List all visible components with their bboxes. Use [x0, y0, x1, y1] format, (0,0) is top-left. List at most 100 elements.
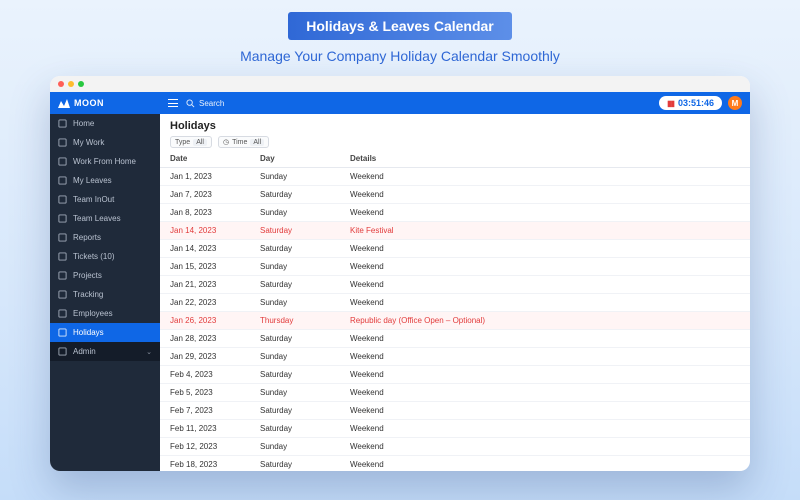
column-header[interactable]: Details: [340, 150, 750, 168]
cell-date: Feb 5, 2023: [160, 384, 250, 402]
holidays-table-scroll[interactable]: DateDayDetails Jan 1, 2023SundayWeekendJ…: [160, 150, 750, 471]
table-row[interactable]: Jan 28, 2023SaturdayWeekend: [160, 330, 750, 348]
table-row[interactable]: Jan 15, 2023SundayWeekend: [160, 258, 750, 276]
cell-details: Weekend: [340, 240, 750, 258]
sidebar-item-projects[interactable]: Projects: [50, 266, 160, 285]
table-row[interactable]: Jan 1, 2023SundayWeekend: [160, 168, 750, 186]
table-row[interactable]: Feb 11, 2023SaturdayWeekend: [160, 420, 750, 438]
sidebar-item-label: Employees: [73, 309, 113, 318]
cell-day: Saturday: [250, 330, 340, 348]
table-row[interactable]: Jan 21, 2023SaturdayWeekend: [160, 276, 750, 294]
table-row[interactable]: Jan 26, 2023ThursdayRepublic day (Office…: [160, 312, 750, 330]
sidebar-item-holidays[interactable]: Holidays: [50, 323, 160, 342]
cell-details: Weekend: [340, 168, 750, 186]
sidebar-item-label: Reports: [73, 233, 101, 242]
table-row[interactable]: Feb 5, 2023SundayWeekend: [160, 384, 750, 402]
cell-day: Saturday: [250, 366, 340, 384]
cell-date: Jan 21, 2023: [160, 276, 250, 294]
cell-date: Feb 4, 2023: [160, 366, 250, 384]
column-header[interactable]: Day: [250, 150, 340, 168]
table-row[interactable]: Jan 29, 2023SundayWeekend: [160, 348, 750, 366]
cell-day: Thursday: [250, 312, 340, 330]
window-zoom-dot[interactable]: [78, 81, 84, 87]
filter-time[interactable]: ◷ Time All: [218, 136, 269, 148]
sidebar-item-team-leaves[interactable]: Team Leaves: [50, 209, 160, 228]
window-titlebar: [50, 76, 750, 92]
sidebar-item-label: Projects: [73, 271, 102, 280]
cell-day: Sunday: [250, 204, 340, 222]
holidays-table: DateDayDetails Jan 1, 2023SundayWeekendJ…: [160, 150, 750, 471]
cell-date: Jan 14, 2023: [160, 240, 250, 258]
sidebar-item-label: Home: [73, 119, 94, 128]
topbar: Search ▮▮ 03:51:46 M: [160, 92, 750, 114]
search-icon: [186, 99, 195, 108]
page-title: Holidays: [170, 120, 740, 132]
sidebar-item-label: Team Leaves: [73, 214, 121, 223]
window-close-dot[interactable]: [58, 81, 64, 87]
sidebar-item-label: Team InOut: [73, 195, 114, 204]
user-avatar[interactable]: M: [728, 96, 742, 110]
folder-icon: [58, 271, 67, 280]
sidebar-item-tickets[interactable]: Tickets (10): [50, 247, 160, 266]
cell-day: Sunday: [250, 258, 340, 276]
window-minimize-dot[interactable]: [68, 81, 74, 87]
sidebar-item-my-leaves[interactable]: My Leaves: [50, 171, 160, 190]
cell-day: Saturday: [250, 222, 340, 240]
cell-details: Weekend: [340, 402, 750, 420]
app-window: MOON Home My WorkWork From Home My Leaves T…: [50, 76, 750, 471]
cell-details: Weekend: [340, 438, 750, 456]
promo-tagline: Manage Your Company Holiday Calendar Smo…: [240, 48, 560, 64]
ticket-icon: [58, 252, 67, 261]
cell-details: Weekend: [340, 186, 750, 204]
table-row[interactable]: Feb 12, 2023SundayWeekend: [160, 438, 750, 456]
cell-details: Weekend: [340, 330, 750, 348]
sidebar-item-my-work[interactable]: My Work: [50, 133, 160, 152]
sidebar-item-tracking[interactable]: Tracking: [50, 285, 160, 304]
sidebar-item-team-inout[interactable]: Team InOut: [50, 190, 160, 209]
timer-pill[interactable]: ▮▮ 03:51:46: [659, 96, 722, 110]
sidebar-nav: Home My WorkWork From Home My Leaves Team I…: [50, 114, 160, 471]
table-row[interactable]: Jan 7, 2023SaturdayWeekend: [160, 186, 750, 204]
table-row[interactable]: Feb 4, 2023SaturdayWeekend: [160, 366, 750, 384]
table-row[interactable]: Jan 8, 2023SundayWeekend: [160, 204, 750, 222]
sidebar-item-employees[interactable]: Employees: [50, 304, 160, 323]
calendar-icon: [58, 176, 67, 185]
pause-icon: ▮▮: [667, 99, 674, 108]
cell-day: Sunday: [250, 294, 340, 312]
moon-logo-icon: [58, 98, 70, 108]
brand-logo[interactable]: MOON: [50, 92, 160, 114]
sidebar-item-home[interactable]: Home: [50, 114, 160, 133]
cell-day: Saturday: [250, 402, 340, 420]
clock-icon: ◷: [223, 138, 229, 146]
flag-icon: [58, 328, 67, 337]
person-icon: [58, 309, 67, 318]
home-icon: [58, 119, 67, 128]
table-row[interactable]: Jan 22, 2023SundayWeekend: [160, 294, 750, 312]
sidebar-item-label: My Leaves: [73, 176, 112, 185]
sidebar-item-admin[interactable]: Admin⌄: [50, 342, 160, 361]
table-row[interactable]: Jan 14, 2023SaturdayWeekend: [160, 240, 750, 258]
search-box[interactable]: Search: [186, 99, 224, 108]
sidebar-item-reports[interactable]: Reports: [50, 228, 160, 247]
table-row[interactable]: Feb 7, 2023SaturdayWeekend: [160, 402, 750, 420]
cell-date: Jan 22, 2023: [160, 294, 250, 312]
table-row[interactable]: Jan 14, 2023SaturdayKite Festival: [160, 222, 750, 240]
brand-name: MOON: [74, 98, 104, 108]
cell-date: Jan 14, 2023: [160, 222, 250, 240]
main-panel: Search ▮▮ 03:51:46 M Holidays Type All: [160, 92, 750, 471]
cell-details: Weekend: [340, 294, 750, 312]
column-header[interactable]: Date: [160, 150, 250, 168]
sidebar-item-label: Tickets (10): [73, 252, 115, 261]
cell-date: Jan 26, 2023: [160, 312, 250, 330]
cell-day: Saturday: [250, 276, 340, 294]
filter-type[interactable]: Type All: [170, 136, 212, 148]
cell-day: Sunday: [250, 348, 340, 366]
table-row[interactable]: Feb 18, 2023SaturdayWeekend: [160, 456, 750, 472]
menu-toggle-icon[interactable]: [168, 99, 178, 107]
cell-date: Jan 28, 2023: [160, 330, 250, 348]
promo-banner: Holidays & Leaves Calendar: [288, 12, 512, 40]
cell-day: Sunday: [250, 438, 340, 456]
cell-details: Weekend: [340, 258, 750, 276]
sidebar-item-label: Tracking: [73, 290, 103, 299]
sidebar-item-wfh[interactable]: Work From Home: [50, 152, 160, 171]
